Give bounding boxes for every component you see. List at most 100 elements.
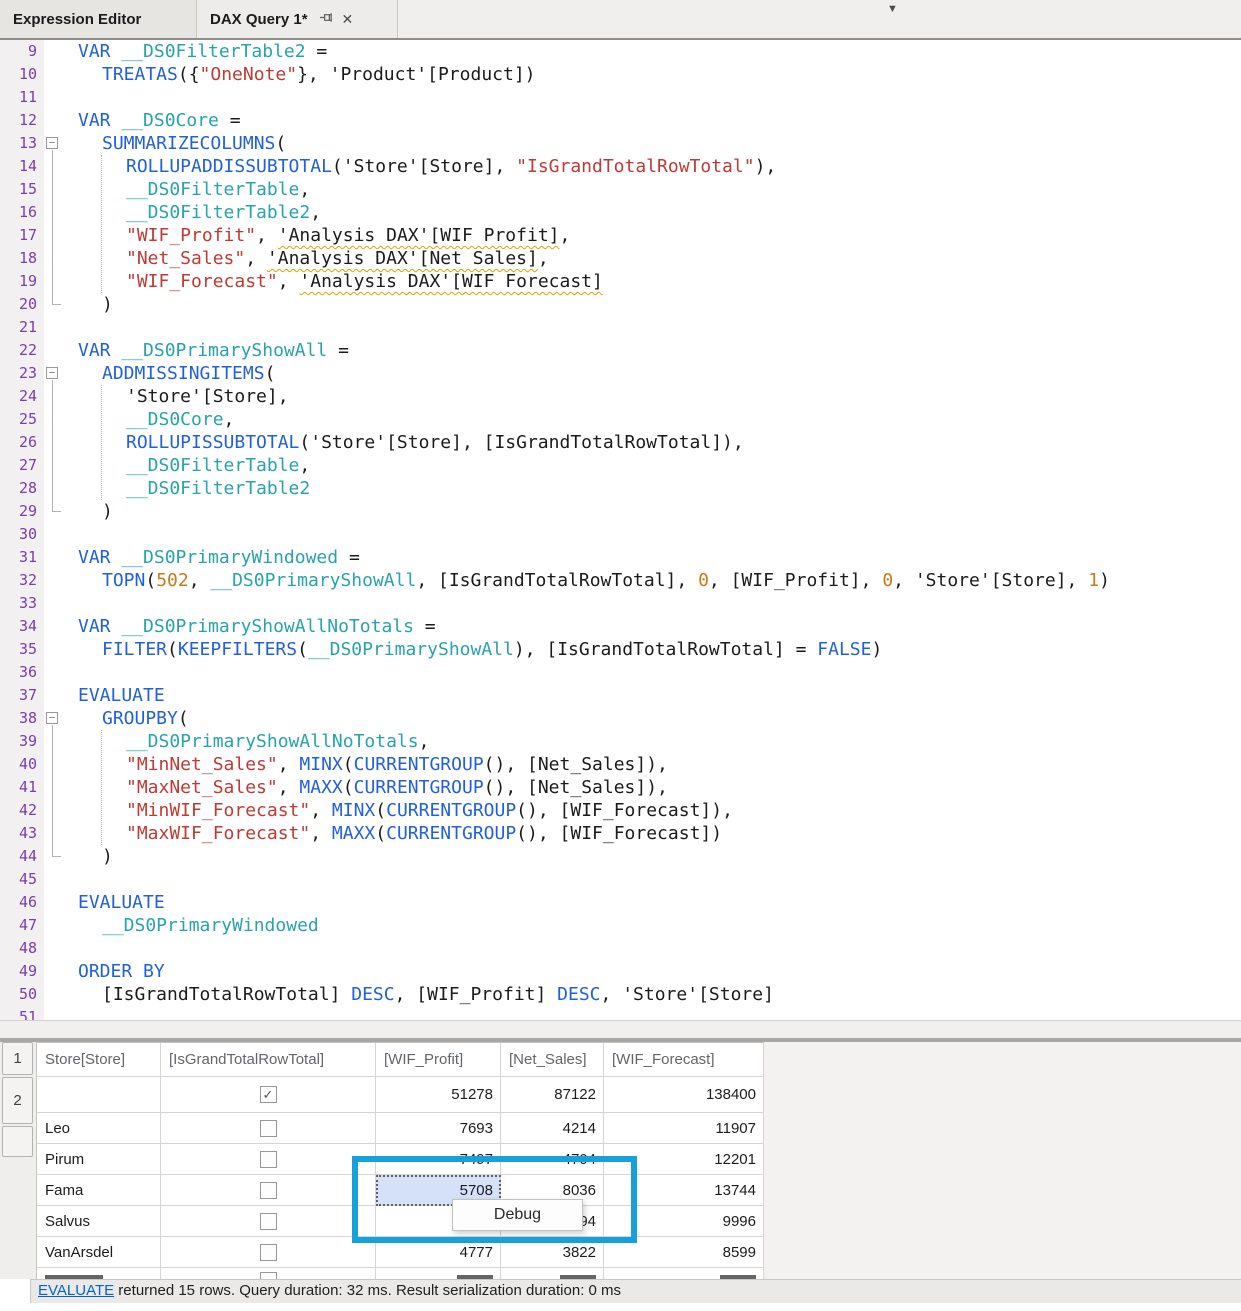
code-text: ORDER BY <box>64 960 165 983</box>
results-splitter[interactable] <box>0 1020 1241 1042</box>
grid-cell-check[interactable] <box>161 1113 376 1144</box>
grid-cell-wif_forecast[interactable]: 13744 <box>604 1175 764 1206</box>
code-token: __DS0PrimaryWindowed <box>102 915 319 936</box>
code-text: "Net_Sales", 'Analysis DAX'[Net Sales], <box>64 247 549 270</box>
code-token: CURRENTGROUP <box>354 777 484 798</box>
row-index-box[interactable]: 2 <box>2 1077 33 1124</box>
grid-cell-check[interactable] <box>161 1268 376 1279</box>
grid-cell-check[interactable] <box>161 1237 376 1268</box>
grid-cell-check[interactable] <box>161 1144 376 1175</box>
fold-gutter <box>44 569 64 592</box>
row-index-box[interactable] <box>2 1126 33 1157</box>
pin-icon[interactable] <box>319 10 334 29</box>
row-index-box[interactable]: 1 <box>2 1042 33 1075</box>
grid-cell-wif_forecast[interactable]: 138400 <box>604 1077 764 1113</box>
grid-cell-net_sales[interactable]: 4214 <box>501 1113 604 1144</box>
evaluate-link[interactable]: EVALUATE <box>38 1282 114 1299</box>
fold-gutter <box>44 914 64 937</box>
code-text: __DS0PrimaryWindowed <box>64 914 319 937</box>
code-token: = <box>338 547 360 568</box>
code-token: __DS0PrimaryShowAllNoTotals <box>121 616 414 637</box>
checkbox-unchecked[interactable] <box>260 1244 277 1261</box>
code-line-35: 35FILTER(KEEPFILTERS(__DS0PrimaryShowAll… <box>0 638 1241 661</box>
code-line-42: 42"MinWIF_Forecast", MINX(CURRENTGROUP()… <box>0 799 1241 822</box>
line-number: 12 <box>0 109 44 132</box>
code-token: , <box>256 225 278 246</box>
code-token: , <box>310 800 332 821</box>
status-bar: EVALUATE returned 15 rows. Query duratio… <box>30 1279 1241 1303</box>
grid-cell-net_sales[interactable] <box>501 1268 604 1279</box>
grid-cell-store[interactable]: Fama <box>37 1175 161 1206</box>
grid-cell-wif_forecast[interactable]: 11907 <box>604 1113 764 1144</box>
grid-cell-wif_profit[interactable]: 4777 <box>376 1237 501 1268</box>
grid-cell-check[interactable] <box>161 1175 376 1206</box>
grid-cell-store[interactable] <box>37 1268 161 1279</box>
code-text: ) <box>64 845 113 868</box>
column-header[interactable]: [IsGrandTotalRowTotal] <box>161 1043 376 1077</box>
code-text: VAR __DS0FilterTable2 = <box>64 40 327 63</box>
code-text: "MaxWIF_Forecast", MAXX(CURRENTGROUP(), … <box>64 822 722 845</box>
code-token: "OneNote" <box>200 64 298 85</box>
code-text <box>64 868 78 891</box>
column-header[interactable]: [WIF_Profit] <box>376 1043 501 1077</box>
checkbox-unchecked[interactable] <box>260 1151 277 1168</box>
grid-cell-wif_profit[interactable]: 51278 <box>376 1077 501 1113</box>
grid-cell-check[interactable] <box>161 1206 376 1237</box>
code-token: VAR <box>78 340 121 361</box>
column-header[interactable]: Store[Store] <box>37 1043 161 1077</box>
code-line-16: 16__DS0FilterTable2, <box>0 201 1241 224</box>
column-header[interactable]: [WIF_Forecast] <box>604 1043 764 1077</box>
code-token: ) <box>1099 570 1110 591</box>
grid-cell-wif_profit[interactable]: 7693 <box>376 1113 501 1144</box>
code-token: __DS0PrimaryShowAll <box>210 570 416 591</box>
grid-cell-net_sales[interactable]: 87122 <box>501 1077 604 1113</box>
checkbox-unchecked[interactable] <box>260 1182 277 1199</box>
grid-cell-store[interactable] <box>37 1077 161 1113</box>
code-token: "IsGrandTotalRowTotal" <box>516 156 754 177</box>
fold-collapse-icon[interactable]: – <box>46 712 58 724</box>
dax-query-window: Expression Editor DAX Query 1* <box>0 0 1241 1311</box>
close-tab-icon[interactable]: ✕ <box>342 11 354 28</box>
line-number: 23 <box>0 362 44 385</box>
grid-cell-wif_forecast[interactable]: 9996 <box>604 1206 764 1237</box>
code-token: __DS0FilterTable <box>126 179 299 200</box>
column-header[interactable]: [Net_Sales] <box>501 1043 604 1077</box>
grid-cell-wif_forecast[interactable]: 12201 <box>604 1144 764 1175</box>
grid-cell-store[interactable]: VanArsdel <box>37 1237 161 1268</box>
fold-collapse-icon[interactable]: – <box>46 367 58 379</box>
code-token: , 'Store'[Store] <box>601 984 774 1005</box>
collapse-results-icon[interactable]: ▼ <box>887 1 898 17</box>
line-number: 22 <box>0 339 44 362</box>
grid-cell-wif_profit[interactable] <box>376 1268 501 1279</box>
checkbox-checked[interactable]: ✓ <box>260 1086 277 1103</box>
grid-cell-wif_profit[interactable]: 7497 <box>376 1144 501 1175</box>
grid-cell-store[interactable]: Pirum <box>37 1144 161 1175</box>
dax-code-editor[interactable]: 9VAR __DS0FilterTable2 =10TREATAS({"OneN… <box>0 40 1241 1020</box>
grid-cell-check[interactable]: ✓ <box>161 1077 376 1113</box>
code-token: [IsGrandTotalRowTotal] <box>102 984 351 1005</box>
code-token: MAXX <box>332 823 375 844</box>
code-token: ORDER BY <box>78 961 165 982</box>
grid-cell-store[interactable]: Salvus <box>37 1206 161 1237</box>
grid-cell-wif_forecast[interactable] <box>604 1268 764 1279</box>
grid-cell-net_sales[interactable]: 4704 <box>501 1144 604 1175</box>
code-line-49: 49ORDER BY <box>0 960 1241 983</box>
grid-cell-net_sales[interactable]: 3822 <box>501 1237 604 1268</box>
fold-collapse-icon[interactable]: – <box>46 137 58 149</box>
code-text: VAR __DS0Core = <box>64 109 241 132</box>
tab-expression-editor[interactable]: Expression Editor <box>0 0 197 38</box>
fold-gutter <box>44 546 64 569</box>
fold-gutter: – <box>44 707 64 730</box>
code-line-36: 36 <box>0 661 1241 684</box>
checkbox-unchecked[interactable] <box>260 1272 277 1279</box>
checkbox-unchecked[interactable] <box>260 1120 277 1137</box>
debug-menu-item[interactable]: Debug <box>494 1206 541 1224</box>
fold-scope-line <box>52 725 53 856</box>
grid-cell-store[interactable]: Leo <box>37 1113 161 1144</box>
code-token: VAR <box>78 110 121 131</box>
checkbox-unchecked[interactable] <box>260 1213 277 1230</box>
line-number: 25 <box>0 408 44 431</box>
grid-cell-wif_forecast[interactable]: 8599 <box>604 1237 764 1268</box>
tab-dax-query[interactable]: DAX Query 1* ✕ <box>197 0 398 38</box>
line-number: 32 <box>0 569 44 592</box>
